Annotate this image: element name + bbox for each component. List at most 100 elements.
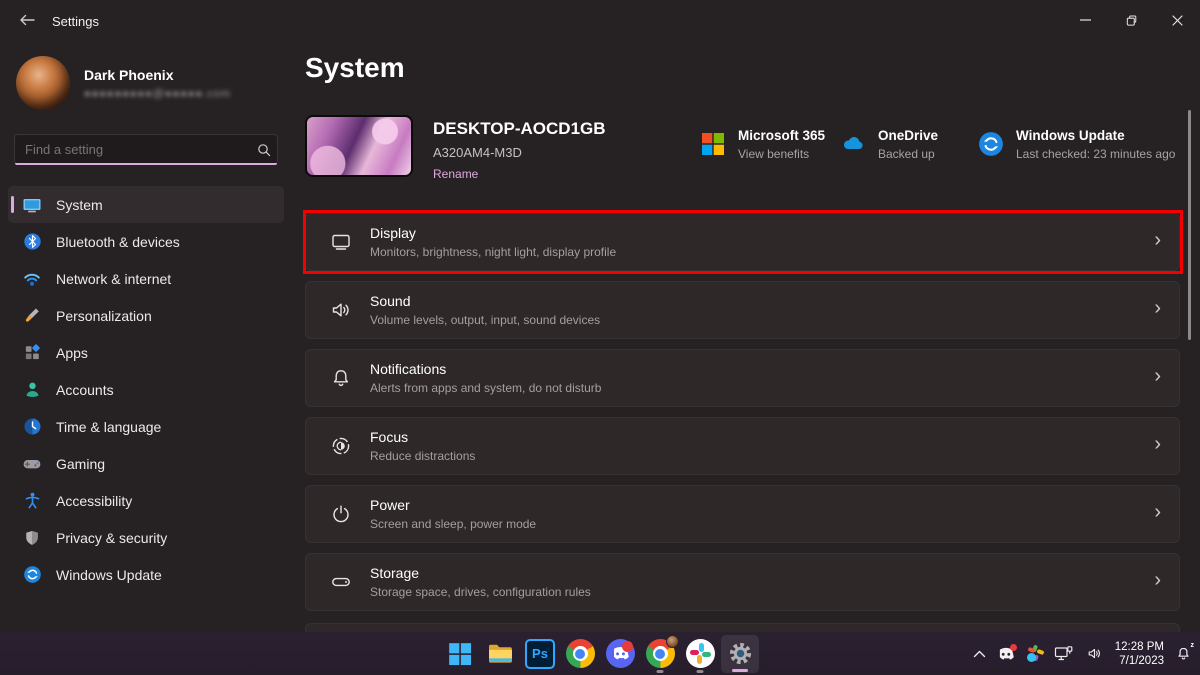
sidebar-item-label: Bluetooth & devices	[56, 234, 180, 250]
card-subtitle: Backed up	[878, 147, 938, 161]
row-display[interactable]: Display Monitors, brightness, night ligh…	[305, 213, 1180, 271]
sidebar-item-privacy-security[interactable]: Privacy & security	[8, 519, 284, 556]
sidebar-item-network-internet[interactable]: Network & internet	[8, 260, 284, 297]
user-profile[interactable]: Dark Phoenix ●●●●●●●●●@●●●●●.com	[16, 56, 231, 110]
taskbar: Ps	[0, 632, 1200, 675]
card-title: Windows Update	[1016, 128, 1175, 143]
chevron-right-icon: ›	[1154, 434, 1161, 458]
gamepad-icon	[22, 454, 42, 474]
row-subtitle: Monitors, brightness, night light, displ…	[370, 245, 1154, 259]
row-title: Notifications	[370, 361, 1154, 377]
scrollbar[interactable]	[1188, 110, 1191, 340]
onedrive-icon	[840, 131, 866, 157]
sidebar-item-label: Time & language	[56, 419, 161, 435]
search-icon[interactable]	[251, 143, 277, 157]
profile-name: Dark Phoenix	[84, 67, 231, 83]
display-icon	[328, 229, 354, 255]
shield-icon	[22, 528, 42, 548]
row-subtitle: Screen and sleep, power mode	[370, 517, 1154, 531]
row-focus[interactable]: Focus Reduce distractions ›	[305, 417, 1180, 475]
sidebar-item-label: Apps	[56, 345, 88, 361]
settings-window: Settings Dark Phoenix ●●●●●●●●●@●●●●●.co…	[0, 0, 1200, 675]
row-title: Sound	[370, 293, 1154, 309]
back-button[interactable]	[12, 6, 42, 34]
accessibility-icon	[22, 491, 42, 511]
chrome-profile-icon[interactable]	[640, 634, 680, 674]
row-title: Power	[370, 497, 1154, 513]
sidebar-item-label: Personalization	[56, 308, 152, 324]
row-title: Storage	[370, 565, 1154, 581]
restore-button[interactable]	[1108, 0, 1154, 40]
windows-update-icon	[978, 131, 1004, 157]
device-wallpaper-thumbnail	[305, 115, 413, 177]
device-model: A320AM4-M3D	[433, 145, 606, 160]
row-power[interactable]: Power Screen and sleep, power mode ›	[305, 485, 1180, 543]
search-input[interactable]	[15, 142, 251, 157]
notifications-icon	[328, 365, 354, 391]
photoshop-icon[interactable]: Ps	[520, 634, 560, 674]
search-box	[14, 134, 278, 164]
card-title: Microsoft 365	[738, 128, 825, 143]
row-title: Focus	[370, 429, 1154, 445]
sidebar-item-accessibility[interactable]: Accessibility	[8, 482, 284, 519]
tray-app-icon[interactable]	[1026, 645, 1043, 662]
start-button[interactable]	[440, 634, 480, 674]
settings-row-list: Display Monitors, brightness, night ligh…	[305, 213, 1180, 611]
titlebar: Settings	[0, 0, 1200, 40]
bluetooth-icon	[22, 232, 42, 252]
sidebar-item-label: Network & internet	[56, 271, 171, 287]
sidebar-item-accounts[interactable]: Accounts	[8, 371, 284, 408]
minimize-button[interactable]	[1062, 0, 1108, 40]
discord-icon[interactable]	[600, 634, 640, 674]
tray-notification-bell-icon[interactable]: z	[1175, 645, 1192, 662]
power-icon	[328, 501, 354, 527]
row-title: Display	[370, 225, 1154, 241]
sidebar-item-bluetooth-devices[interactable]: Bluetooth & devices	[8, 223, 284, 260]
tray-clock[interactable]: 12:28 PM 7/1/2023	[1115, 640, 1164, 668]
chevron-right-icon: ›	[1154, 230, 1161, 254]
windows-update-icon	[22, 565, 42, 585]
sidebar-item-personalization[interactable]: Personalization	[8, 297, 284, 334]
sidebar-item-label: System	[56, 197, 103, 213]
tray-chevron-up-icon[interactable]	[973, 650, 986, 658]
sidebar-item-windows-update[interactable]: Windows Update	[8, 556, 284, 593]
row-storage[interactable]: Storage Storage space, drives, configura…	[305, 553, 1180, 611]
close-button[interactable]	[1154, 0, 1200, 40]
sidebar-item-label: Privacy & security	[56, 530, 167, 546]
settings-gear-icon[interactable]	[721, 635, 759, 673]
card-title: OneDrive	[878, 128, 938, 143]
onedrive-card[interactable]: OneDrive Backed up	[840, 128, 978, 161]
sidebar-item-label: Windows Update	[56, 567, 162, 583]
system-icon	[22, 195, 42, 215]
row-subtitle: Storage space, drives, configuration rul…	[370, 585, 1154, 599]
profile-email: ●●●●●●●●●@●●●●●.com	[84, 88, 231, 100]
user-icon	[22, 380, 42, 400]
paintbrush-icon	[22, 306, 42, 326]
wifi-icon	[22, 269, 42, 289]
sidebar-item-label: Gaming	[56, 456, 105, 472]
rename-link[interactable]: Rename	[433, 167, 478, 181]
file-explorer-icon[interactable]	[480, 634, 520, 674]
tray-discord-icon[interactable]	[997, 646, 1015, 662]
card-subtitle: View benefits	[738, 147, 825, 161]
row-notifications[interactable]: Notifications Alerts from apps and syste…	[305, 349, 1180, 407]
windows-update-card[interactable]: Windows Update Last checked: 23 minutes …	[978, 128, 1175, 161]
app-title: Settings	[52, 14, 99, 29]
colorful-app-icon[interactable]	[680, 634, 720, 674]
tray-volume-icon[interactable]	[1085, 645, 1104, 662]
microsoft-365-icon	[700, 131, 726, 157]
microsoft-365-card[interactable]: Microsoft 365 View benefits	[700, 128, 840, 161]
chevron-right-icon: ›	[1154, 570, 1161, 594]
chevron-right-icon: ›	[1154, 366, 1161, 390]
sidebar-item-time-language[interactable]: Time & language	[8, 408, 284, 445]
sidebar-item-gaming[interactable]: Gaming	[8, 445, 284, 482]
page-title: System	[305, 52, 405, 84]
chrome-icon[interactable]	[560, 634, 600, 674]
sidebar-item-system[interactable]: System	[8, 186, 284, 223]
tray-display-connect-icon[interactable]	[1054, 645, 1074, 663]
tray-date: 7/1/2023	[1115, 654, 1164, 668]
sound-icon	[328, 297, 354, 323]
apps-icon	[22, 343, 42, 363]
sidebar-item-apps[interactable]: Apps	[8, 334, 284, 371]
row-sound[interactable]: Sound Volume levels, output, input, soun…	[305, 281, 1180, 339]
